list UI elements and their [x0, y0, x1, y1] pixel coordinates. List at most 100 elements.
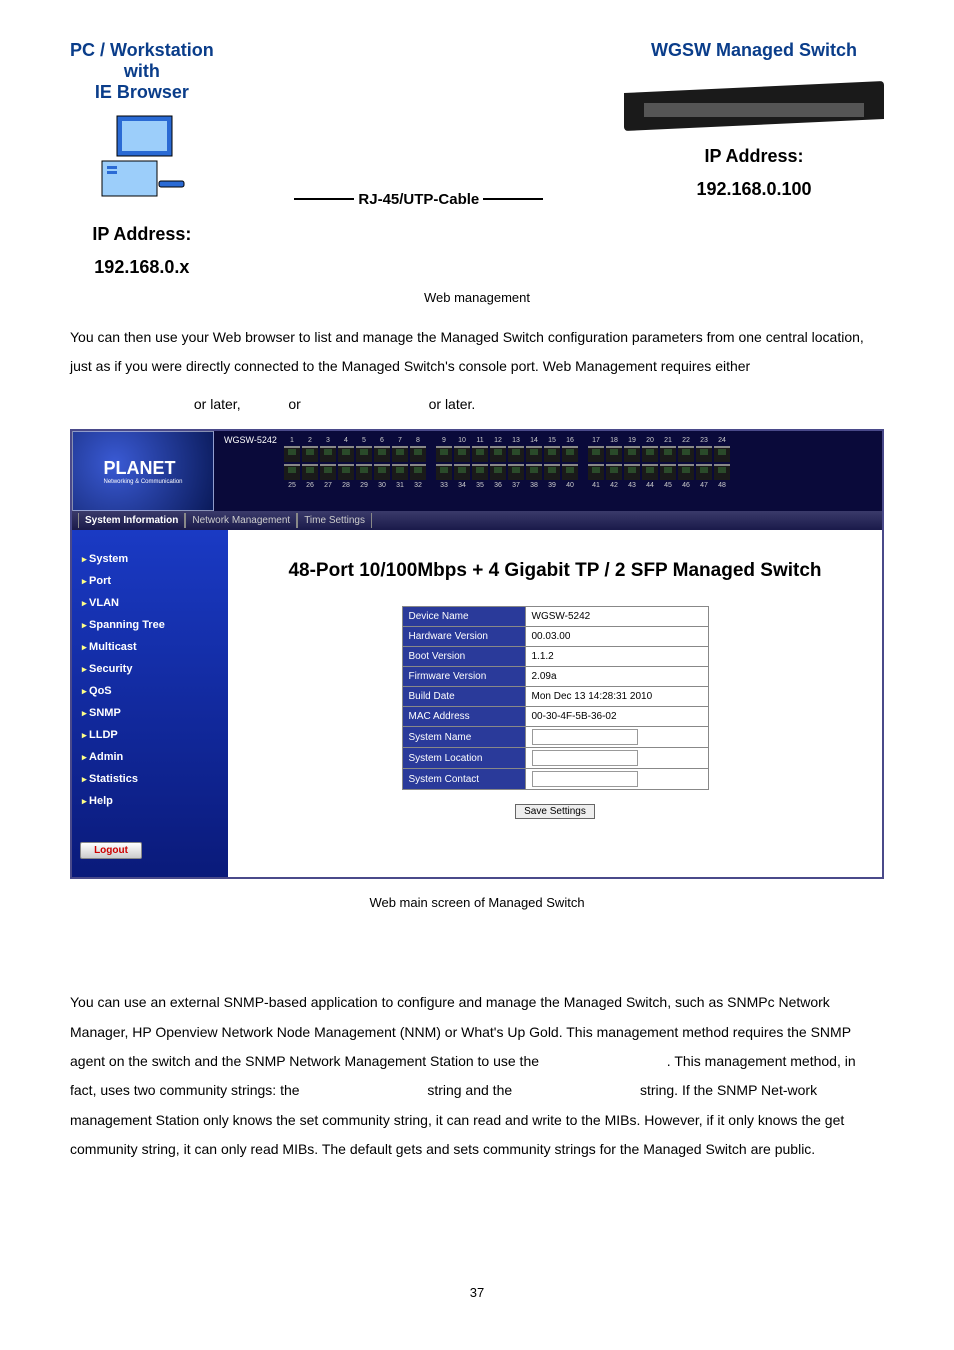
port-number: 31: [392, 482, 408, 489]
port-icon[interactable]: [544, 446, 560, 462]
tab-network-management[interactable]: Network Management: [185, 513, 297, 528]
sidebar-item-snmp[interactable]: SNMP: [80, 702, 220, 724]
port-icon[interactable]: [392, 464, 408, 480]
pc-ip: 192.168.0.x: [70, 257, 214, 278]
sidebar-item-port[interactable]: Port: [80, 570, 220, 592]
port-icon[interactable]: [392, 446, 408, 462]
port-number: 48: [714, 482, 730, 489]
port-icon[interactable]: [508, 464, 524, 480]
sidebar-item-spanning-tree[interactable]: Spanning Tree: [80, 614, 220, 636]
info-table: Device NameWGSW-5242Hardware Version00.0…: [402, 606, 709, 790]
port-icon[interactable]: [320, 446, 336, 462]
info-key: System Location: [402, 748, 525, 769]
switch-title: WGSW Managed Switch: [624, 40, 884, 61]
sidebar-item-system[interactable]: System: [80, 548, 220, 570]
port-number: 15: [544, 437, 560, 444]
sidebar-item-security[interactable]: Security: [80, 658, 220, 680]
info-key: MAC Address: [402, 707, 525, 727]
port-icon[interactable]: [714, 446, 730, 462]
port-icon[interactable]: [696, 446, 712, 462]
port-number: 45: [660, 482, 676, 489]
port-icon[interactable]: [490, 464, 506, 480]
port-icon[interactable]: [660, 464, 676, 480]
sidebar-item-qos[interactable]: QoS: [80, 680, 220, 702]
tabs-row: System InformationNetwork ManagementTime…: [72, 511, 882, 530]
port-icon[interactable]: [544, 464, 560, 480]
port-icon[interactable]: [374, 464, 390, 480]
sidebar-item-multicast[interactable]: Multicast: [80, 636, 220, 658]
system-name-input[interactable]: [532, 729, 638, 745]
port-icon[interactable]: [356, 446, 372, 462]
caption-web-management: Web management: [70, 290, 884, 305]
port-number: 42: [606, 482, 622, 489]
port-number: 26: [302, 482, 318, 489]
pc-block: PC / Workstation with IE Browser IP Addr…: [70, 40, 214, 278]
port-icon[interactable]: [678, 446, 694, 462]
save-button[interactable]: Save Settings: [515, 804, 595, 819]
port-number: 19: [624, 437, 640, 444]
port-icon[interactable]: [472, 446, 488, 462]
port-number: 23: [696, 437, 712, 444]
port-icon[interactable]: [302, 446, 318, 462]
sidebar-item-admin[interactable]: Admin: [80, 746, 220, 768]
tab-system-information[interactable]: System Information: [78, 513, 185, 528]
info-key: System Contact: [402, 769, 525, 790]
port-icon[interactable]: [436, 464, 452, 480]
port-icon[interactable]: [562, 464, 578, 480]
port-icon[interactable]: [642, 464, 658, 480]
port-icon[interactable]: [508, 446, 524, 462]
main-title: 48-Port 10/100Mbps + 4 Gigabit TP / 2 SF…: [248, 560, 862, 582]
port-number: 3: [320, 437, 336, 444]
port-icon[interactable]: [284, 464, 300, 480]
port-icon[interactable]: [588, 464, 604, 480]
info-key: Firmware Version: [402, 667, 525, 687]
port-number: 32: [410, 482, 426, 489]
port-icon[interactable]: [454, 446, 470, 462]
pc-icon: [97, 111, 187, 201]
port-icon[interactable]: [338, 464, 354, 480]
port-icon[interactable]: [624, 446, 640, 462]
port-icon[interactable]: [356, 464, 372, 480]
port-icon[interactable]: [284, 446, 300, 462]
port-number: 35: [472, 482, 488, 489]
system-location-input[interactable]: [532, 750, 638, 766]
sidebar-item-vlan[interactable]: VLAN: [80, 592, 220, 614]
port-number: 9: [436, 437, 452, 444]
port-icon[interactable]: [606, 464, 622, 480]
sidebar-item-lldp[interactable]: LLDP: [80, 724, 220, 746]
port-icon[interactable]: [606, 446, 622, 462]
port-icon[interactable]: [338, 446, 354, 462]
port-icon[interactable]: [490, 446, 506, 462]
port-icon[interactable]: [526, 464, 542, 480]
tab-time-settings[interactable]: Time Settings: [297, 513, 372, 528]
sidebar-item-statistics[interactable]: Statistics: [80, 768, 220, 790]
port-number: 36: [490, 482, 506, 489]
port-icon[interactable]: [562, 446, 578, 462]
port-number: 11: [472, 437, 488, 444]
info-value: 1.1.2: [525, 647, 708, 667]
port-icon[interactable]: [696, 464, 712, 480]
port-icon[interactable]: [588, 446, 604, 462]
port-number: 12: [490, 437, 506, 444]
port-number: 6: [374, 437, 390, 444]
sidebar-item-help[interactable]: Help: [80, 790, 220, 812]
port-icon[interactable]: [454, 464, 470, 480]
port-icon[interactable]: [320, 464, 336, 480]
port-icon[interactable]: [660, 446, 676, 462]
port-icon[interactable]: [472, 464, 488, 480]
port-icon[interactable]: [410, 464, 426, 480]
port-icon[interactable]: [302, 464, 318, 480]
port-icon[interactable]: [410, 446, 426, 462]
logout-button[interactable]: Logout: [80, 842, 142, 859]
port-icon[interactable]: [624, 464, 640, 480]
port-icon[interactable]: [374, 446, 390, 462]
system-contact-input[interactable]: [532, 771, 638, 787]
port-icon[interactable]: [714, 464, 730, 480]
port-number: 20: [642, 437, 658, 444]
port-icon[interactable]: [526, 446, 542, 462]
port-number: 16: [562, 437, 578, 444]
info-value: WGSW-5242: [525, 607, 708, 627]
port-icon[interactable]: [678, 464, 694, 480]
port-icon[interactable]: [642, 446, 658, 462]
port-icon[interactable]: [436, 446, 452, 462]
